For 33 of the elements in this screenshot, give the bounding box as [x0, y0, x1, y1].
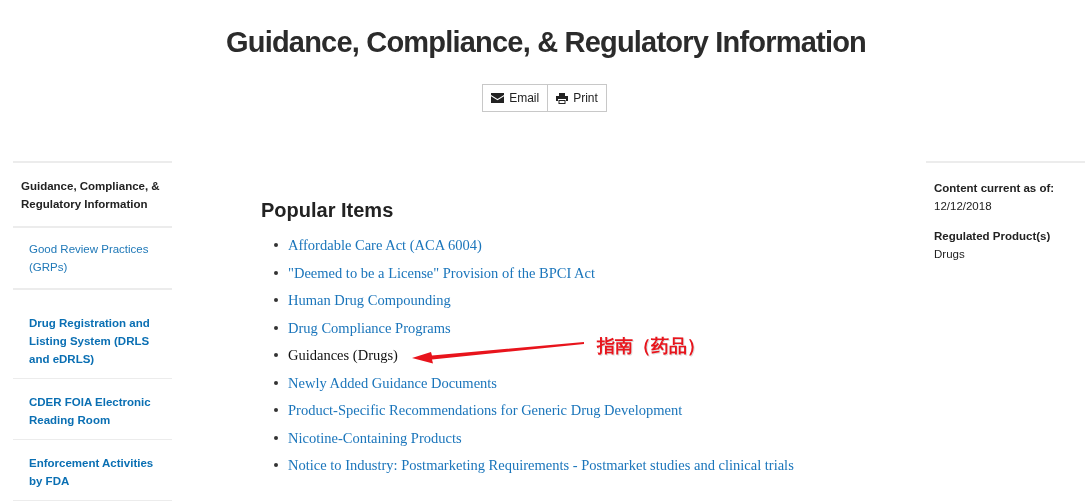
printer-icon: [556, 92, 569, 104]
sidebar-link[interactable]: Drug Registration and Listing System (DRLS and eDRLS): [29, 314, 164, 368]
bullet-icon: [274, 325, 278, 330]
arrow-icon: [412, 340, 587, 364]
bullet-icon: [274, 408, 278, 412]
bullet-icon: [274, 298, 278, 302]
sidebar-link[interactable]: Enforcement Activities by FDA: [29, 454, 164, 490]
item-link[interactable]: Guidances (Drugs): [288, 345, 398, 366]
item-link[interactable]: Product-Specific Recommendations for Generic Drug Development: [288, 400, 683, 421]
bullet-icon: [274, 463, 278, 467]
sidebar-link[interactable]: Good Review Practices (GRPs): [29, 240, 164, 276]
bullet-icon: [274, 243, 278, 247]
bullet-icon: [274, 353, 278, 357]
bullet-icon: [274, 270, 278, 275]
info-value: 12/12/2018: [934, 199, 993, 214]
sidebar-link[interactable]: Guidance, Compliance, & Regulatory Information: [21, 177, 164, 213]
sidebar-link[interactable]: CDER FOIA Electronic Reading Room: [29, 393, 164, 429]
item-link[interactable]: Drug Compliance Programs: [288, 317, 451, 338]
info-value: Drugs: [934, 247, 966, 262]
annotation-text: 指南（药品）: [597, 335, 705, 358]
info-label: Content current as of:: [934, 181, 1056, 196]
bullet-icon: [274, 380, 278, 385]
item-link[interactable]: Nicotine-Containing Products: [288, 427, 462, 448]
bullet-icon: [274, 435, 278, 440]
item-link[interactable]: "Deemed to be a License" Provision of the BPCI Act: [288, 262, 595, 283]
item-link[interactable]: Human Drug Compounding: [288, 290, 451, 311]
envelope-icon: [491, 93, 505, 103]
page-title: Guidance, Compliance, & Regulatory Information: [226, 25, 866, 60]
item-link[interactable]: Notice to Industry: Postmarketing Requirements - Postmarket studies and clinical trials: [288, 455, 794, 476]
item-link[interactable]: Affordable Care Act (ACA 6004): [288, 235, 482, 256]
section-heading: Popular Items: [261, 199, 395, 222]
item-link[interactable]: Newly Added Guidance Documents: [288, 372, 497, 393]
info-label: Regulated Product(s): [934, 229, 1052, 244]
